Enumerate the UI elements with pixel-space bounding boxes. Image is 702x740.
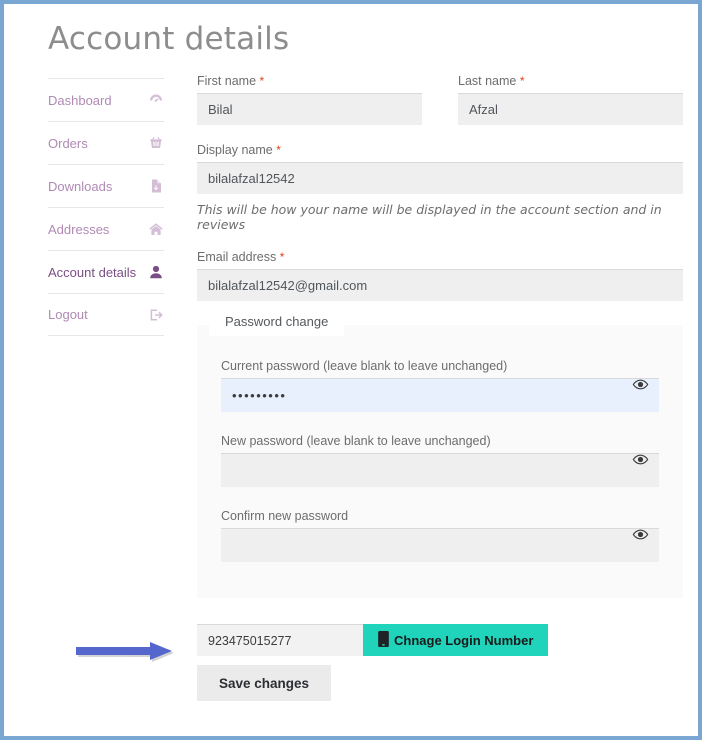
last-name-label-text: Last name: [458, 74, 517, 88]
new-password-label: New password (leave blank to leave uncha…: [221, 434, 491, 448]
required-marker: *: [519, 74, 525, 88]
email-field[interactable]: [197, 269, 683, 301]
phone-number-input[interactable]: [197, 624, 363, 656]
display-name-help-text: This will be how your name will be displ…: [197, 202, 662, 232]
confirm-password-input[interactable]: [221, 528, 659, 562]
file-download-icon: [148, 178, 164, 194]
toggle-current-password-button[interactable]: [630, 376, 650, 396]
display-name-group: Display name * This will be how your nam…: [197, 143, 683, 232]
last-name-label: Last name *: [458, 74, 683, 88]
name-row: First name * Last name *: [197, 74, 683, 125]
sidebar-item-logout[interactable]: Logout: [48, 293, 164, 336]
current-password-label: Current password (leave blank to leave u…: [221, 359, 508, 373]
email-label-text: Email address: [197, 250, 277, 264]
confirm-password-label: Confirm new password: [221, 509, 349, 523]
change-login-number-button[interactable]: Chnage Login Number: [363, 624, 549, 656]
required-marker: *: [276, 143, 281, 157]
first-name-group: First name *: [197, 74, 422, 125]
sidebar-item-account-details[interactable]: Account details: [48, 250, 164, 293]
sidebar-item-label: Logout: [48, 307, 88, 322]
sidebar-item-downloads[interactable]: Downloads: [48, 164, 164, 207]
required-marker: *: [259, 74, 265, 88]
change-login-number-label: Chnage Login Number: [394, 632, 534, 648]
sidebar-item-addresses[interactable]: Addresses: [48, 207, 164, 250]
save-changes-button[interactable]: Save changes: [197, 665, 332, 701]
home-icon: [148, 221, 164, 237]
new-password-input[interactable]: [221, 453, 659, 487]
mobile-phone-icon: [378, 630, 389, 650]
sidebar-item-dashboard[interactable]: Dashboard: [48, 78, 164, 121]
login-number-row: Chnage Login Number: [197, 624, 683, 656]
first-name-label-text: First name: [197, 74, 257, 88]
new-password-group: New password (leave blank to leave uncha…: [221, 434, 659, 487]
password-change-legend: Password change: [209, 305, 345, 336]
screenshot-frame: Account details Dashboard Orders Downloa…: [0, 0, 702, 740]
display-name-label: Display name *: [197, 143, 683, 157]
display-name-label-text: Display name: [197, 143, 273, 157]
current-password-group: Current password (leave blank to leave u…: [221, 359, 659, 412]
eye-icon: [632, 451, 649, 471]
confirm-password-group: Confirm new password: [221, 509, 659, 562]
user-icon: [148, 264, 164, 280]
sidebar-item-orders[interactable]: Orders: [48, 121, 164, 164]
email-group: Email address *: [197, 250, 683, 301]
shopping-basket-icon: [148, 135, 164, 151]
required-marker: *: [279, 250, 285, 264]
arrow-shaft: [76, 647, 154, 655]
account-details-form: First name * Last name * Display name * …: [197, 74, 683, 701]
toggle-new-password-button[interactable]: [630, 451, 650, 471]
sidebar-item-label: Downloads: [48, 178, 113, 194]
toggle-confirm-password-button[interactable]: [630, 526, 650, 546]
dashboard-gauge-icon: [148, 92, 164, 108]
last-name-group: Last name *: [458, 74, 683, 125]
eye-icon: [632, 376, 649, 396]
last-name-input[interactable]: [458, 93, 683, 125]
eye-icon: [632, 526, 649, 546]
account-sidebar: Dashboard Orders Downloads Addresses Acc: [48, 78, 164, 336]
annotation-arrow: [76, 638, 191, 666]
page-title: Account details: [48, 21, 290, 57]
email-label: Email address *: [197, 250, 683, 264]
first-name-label: First name *: [197, 74, 422, 88]
sidebar-item-label: Dashboard: [48, 92, 112, 108]
password-change-fieldset: Password change Current password (leave …: [197, 305, 683, 598]
sidebar-item-label: Orders: [48, 135, 88, 151]
current-password-input[interactable]: [221, 378, 659, 412]
first-name-input[interactable]: [197, 93, 422, 125]
sidebar-item-label: Account details: [48, 264, 137, 280]
display-name-input[interactable]: [197, 162, 683, 194]
logout-icon: [148, 307, 164, 323]
sidebar-item-label: Addresses: [48, 221, 110, 237]
